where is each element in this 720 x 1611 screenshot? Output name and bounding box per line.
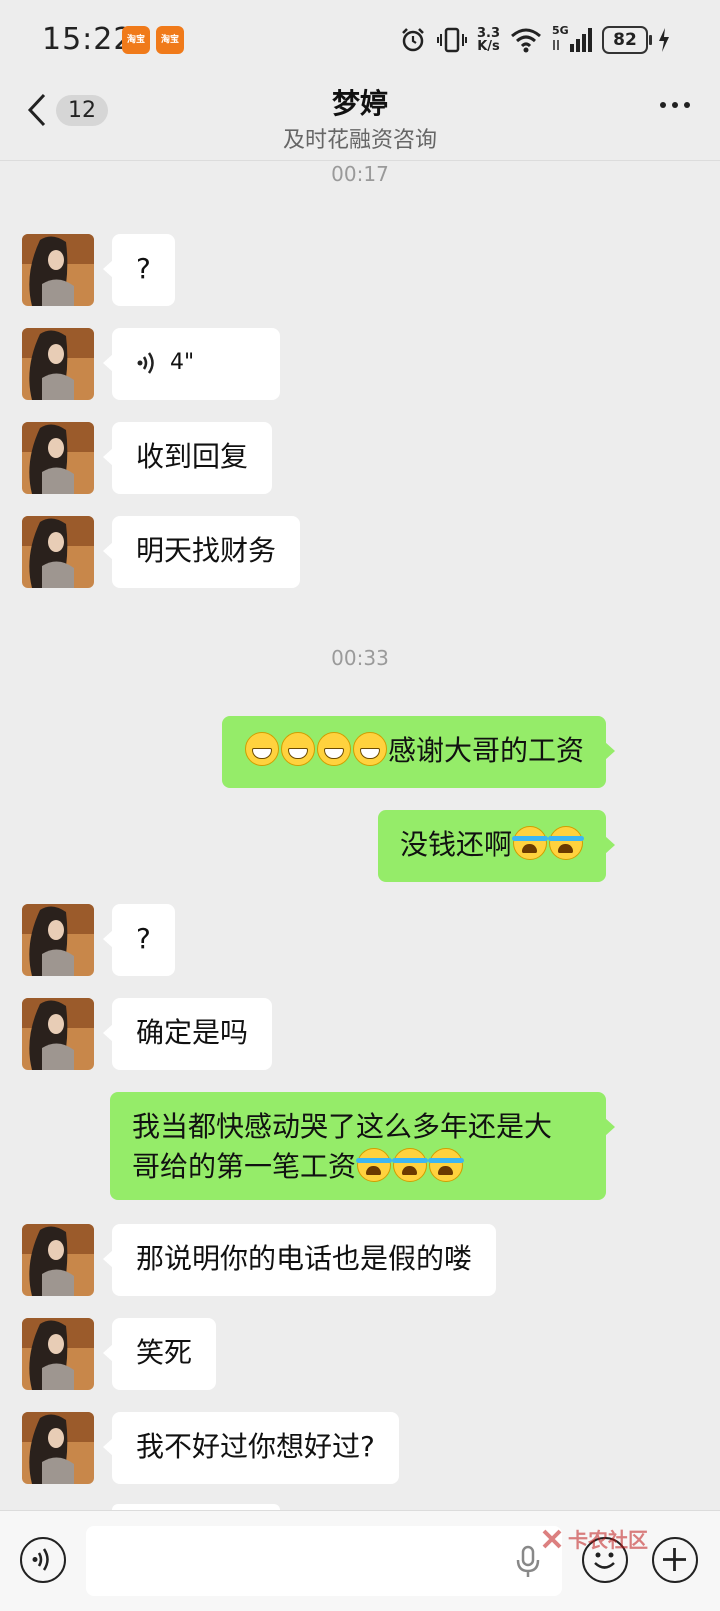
- crying-laughing-emoji-icon: [548, 826, 584, 860]
- contact-avatar[interactable]: [22, 234, 94, 306]
- message-bubble-incoming[interactable]: 我不好过你想好过?: [103, 1412, 399, 1484]
- contact-avatar[interactable]: [22, 998, 94, 1070]
- grin-emoji-icon: [244, 732, 279, 766]
- wifi-icon: [511, 28, 541, 53]
- taobao-app-icon: 淘宝: [156, 26, 184, 54]
- message-text-line: 哥给的第一笔工资: [132, 1147, 584, 1187]
- chat-header: 12 梦婷 及时花融资咨询: [0, 80, 720, 161]
- status-time: 15:22: [42, 22, 134, 57]
- network-speed-unit: K/s: [477, 39, 500, 54]
- more-dot-icon: [684, 102, 690, 108]
- message-text: ?: [136, 252, 151, 285]
- plus-icon: [663, 1548, 686, 1571]
- network-speed: 3.3 K/s: [477, 27, 500, 53]
- more-options-button[interactable]: [660, 102, 690, 108]
- grin-emoji-icon: [352, 732, 387, 766]
- message-bubble-incoming[interactable]: 那说明你的电话也是假的喽: [102, 1224, 497, 1296]
- message-bubble-outgoing[interactable]: 感谢大哥的工资: [221, 716, 616, 788]
- chat-subtitle: 及时花融资咨询: [282, 128, 437, 153]
- microphone-icon[interactable]: [515, 1545, 541, 1579]
- crying-laughing-emoji-icon: [428, 1148, 465, 1182]
- voice-wave-icon: [137, 352, 154, 374]
- chat-title: 梦婷: [331, 87, 388, 120]
- message-text: 明天找财务: [136, 534, 277, 567]
- message-bubble-incoming[interactable]: 确定是吗: [102, 998, 273, 1070]
- grin-emoji-icon: [280, 732, 315, 766]
- message-bubble-incoming[interactable]: 收到回复: [102, 422, 273, 494]
- message-text: 收到回复: [136, 440, 249, 473]
- voice-input-toggle-button[interactable]: [20, 1537, 66, 1583]
- timestamp: 00:17: [331, 162, 389, 186]
- more-functions-button[interactable]: [652, 1537, 698, 1583]
- taobao-app-icon: 淘宝: [122, 26, 150, 54]
- voice-duration: 4": [170, 350, 195, 375]
- message-bubble-incoming[interactable]: 明天找财务: [102, 516, 301, 588]
- message-bubble-incoming[interactable]: 笑死: [102, 1318, 217, 1390]
- watermark: 卡农社区: [540, 1524, 648, 1553]
- message-text: 没钱还啊: [399, 828, 512, 861]
- cellular-signal: 5G: [552, 24, 592, 54]
- contact-avatar[interactable]: [22, 516, 94, 588]
- message-text: 那说明你的电话也是假的喽: [136, 1242, 473, 1275]
- voice-message-bubble[interactable]: 4": [103, 328, 280, 400]
- message-input[interactable]: [86, 1526, 562, 1596]
- more-dot-icon: [672, 102, 678, 108]
- contact-avatar[interactable]: [22, 1318, 94, 1390]
- charging-icon: [659, 28, 669, 52]
- message-text: 哥给的第一笔工资: [132, 1150, 357, 1183]
- battery-indicator: 82: [602, 26, 652, 54]
- message-text: 确定是吗: [136, 1016, 249, 1049]
- grin-emoji-icon: [316, 732, 351, 766]
- message-text-line: 我当都快感动哭了这么多年还是大: [132, 1110, 553, 1143]
- signal-icon: [553, 28, 592, 52]
- timestamp: 00:33: [331, 646, 389, 670]
- message-bubble-outgoing[interactable]: 没钱还啊: [377, 810, 616, 882]
- message-text: 笑死: [136, 1336, 193, 1369]
- crying-laughing-emoji-icon: [512, 826, 548, 860]
- crying-laughing-emoji-icon: [356, 1148, 393, 1182]
- message-bubble-incoming[interactable]: ?: [103, 904, 175, 976]
- contact-avatar[interactable]: [22, 1412, 94, 1484]
- status-icons: 3.3 K/s 5G 82: [399, 22, 670, 58]
- kanong-logo-icon: [542, 1529, 562, 1548]
- message-text: 感谢大哥的工资: [387, 734, 584, 767]
- message-text: ?: [136, 922, 151, 955]
- status-bar: 15:22 淘宝 淘宝 3.3 K/s 5G 82: [0, 0, 720, 80]
- contact-avatar[interactable]: [22, 328, 94, 400]
- message-bubble-incoming[interactable]: ?: [103, 234, 175, 306]
- alarm-icon: [402, 28, 424, 52]
- contact-avatar[interactable]: [22, 904, 94, 976]
- vibrate-icon: [436, 27, 467, 53]
- more-dot-icon: [660, 102, 666, 108]
- voice-wave-icon: [32, 1548, 49, 1571]
- watermark-text: 卡农社区: [568, 1528, 648, 1552]
- contact-avatar[interactable]: [22, 422, 94, 494]
- crying-laughing-emoji-icon: [392, 1148, 429, 1182]
- message-bubble-outgoing[interactable]: 我当都快感动哭了这么多年还是大 哥给的第一笔工资: [110, 1092, 615, 1200]
- contact-avatar[interactable]: [22, 1224, 94, 1296]
- message-text: 我不好过你想好过?: [136, 1430, 375, 1463]
